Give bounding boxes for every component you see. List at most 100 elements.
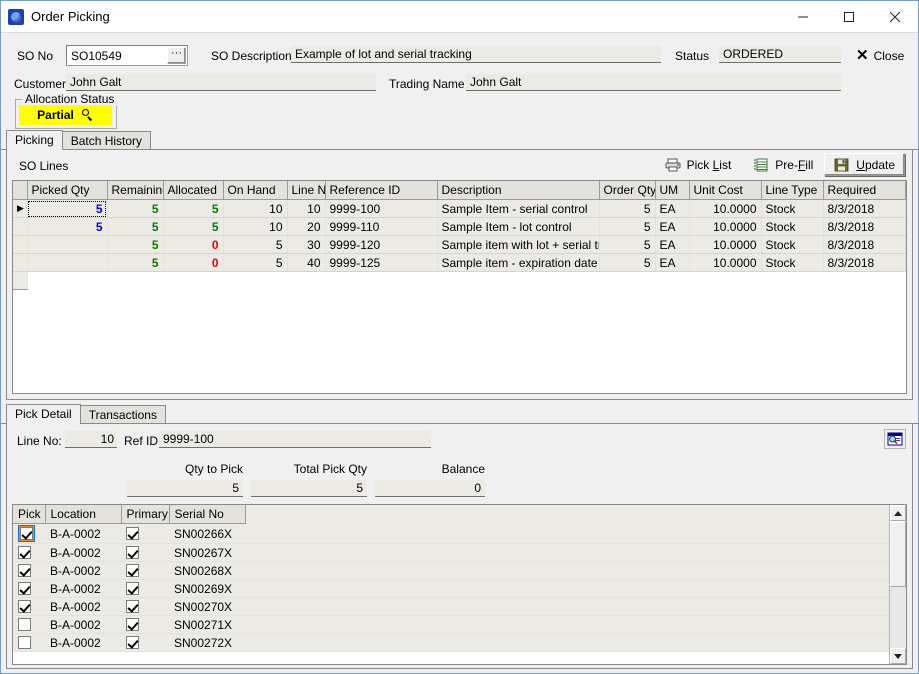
row-selector-indicator[interactable] [13, 217, 28, 236]
table-row[interactable]: 5 0 5 40 9999-125 Sample item - expirati… [13, 253, 906, 272]
cell-primary[interactable] [121, 543, 169, 562]
so-no-input[interactable]: SO10549 ··· [66, 45, 188, 66]
column-order-qty[interactable]: Order Qty [599, 181, 656, 200]
tab-picking[interactable]: Picking [6, 130, 63, 150]
pick-checkbox[interactable] [18, 617, 31, 631]
magnifier-icon[interactable] [81, 109, 94, 121]
cell-primary[interactable] [121, 633, 169, 652]
so-lines-label: SO Lines [19, 159, 69, 173]
column-line-no[interactable]: Line No [287, 181, 326, 200]
scroll-down-arrow-icon[interactable] [890, 648, 906, 664]
pick-detail-scrollbar[interactable] [889, 505, 906, 664]
column-serial-no[interactable]: Serial No [169, 505, 246, 524]
cell-remaining: 5 [107, 217, 164, 236]
so-no-browse-button[interactable]: ··· [167, 47, 186, 64]
column-um[interactable]: UM [655, 181, 690, 200]
tab-transactions[interactable]: Transactions [79, 405, 166, 424]
row-selector-indicator[interactable] [13, 253, 28, 272]
primary-checkbox[interactable] [126, 526, 139, 540]
cell-picked-qty[interactable] [27, 235, 108, 254]
tab-batch-history[interactable]: Batch History [61, 131, 152, 150]
list-item[interactable]: B-A-0002 SN00270X [13, 597, 889, 616]
column-description[interactable]: Description [437, 181, 600, 200]
pick-checkbox[interactable] [18, 599, 31, 613]
column-pick[interactable]: Pick [13, 505, 46, 524]
column-line-type[interactable]: Line Type [761, 181, 824, 200]
list-item[interactable]: B-A-0002 SN00266X [13, 523, 889, 544]
row-selector-indicator[interactable] [13, 235, 28, 254]
scroll-up-arrow-icon[interactable] [890, 505, 906, 521]
so-lines-grid[interactable]: Picked Qty Remaining Allocated On Hand L… [12, 180, 907, 394]
cell-picked-qty[interactable]: 5 [27, 217, 108, 236]
maximize-icon[interactable] [826, 1, 872, 32]
column-picked-qty[interactable]: Picked Qty [27, 181, 108, 200]
update-button[interactable]: Update [824, 153, 905, 176]
column-on-hand[interactable]: On Hand [223, 181, 288, 200]
update-label: Update [856, 157, 895, 172]
list-item[interactable]: B-A-0002 SN00267X [13, 543, 889, 562]
list-item[interactable]: B-A-0002 SN00272X [13, 633, 889, 652]
cell-pick[interactable] [13, 633, 45, 652]
pick-checkbox[interactable] [18, 635, 31, 649]
column-reference-id[interactable]: Reference ID [325, 181, 438, 200]
balance-value: 0 [375, 480, 485, 497]
cell-picked-qty[interactable]: 5 [27, 199, 108, 218]
pick-list-button[interactable]: Pick List [654, 154, 743, 176]
list-item[interactable]: B-A-0002 SN00271X [13, 615, 889, 634]
primary-checkbox[interactable] [126, 581, 139, 595]
total-pick-qty-value: 5 [251, 480, 367, 497]
cell-pick[interactable] [13, 597, 45, 616]
row-selector-indicator[interactable]: ▶ [13, 199, 28, 218]
column-required[interactable]: Required [823, 181, 906, 200]
row-selector-empty [13, 271, 28, 290]
pick-checkbox[interactable] [18, 545, 31, 559]
column-allocated[interactable]: Allocated [163, 181, 224, 200]
cell-filler [245, 597, 889, 616]
cell-primary[interactable] [121, 561, 169, 580]
cell-pick[interactable] [13, 615, 45, 634]
primary-checkbox[interactable] [126, 545, 139, 559]
table-row[interactable]: 5 5 5 10 20 9999-110 Sample Item - lot c… [13, 217, 906, 236]
list-item[interactable]: B-A-0002 SN00269X [13, 579, 889, 598]
primary-checkbox[interactable] [126, 599, 139, 613]
cell-primary[interactable] [121, 579, 169, 598]
cell-location: B-A-0002 [45, 543, 121, 562]
pick-checkbox[interactable] [20, 527, 33, 540]
column-location[interactable]: Location [45, 505, 122, 524]
pick-checkbox[interactable] [18, 563, 31, 577]
cell-pick[interactable] [13, 523, 45, 544]
pre-fill-button[interactable]: Pre-Fill [742, 154, 824, 176]
table-row[interactable]: ▶ 5 5 5 10 10 9999-100 Sample Item - ser… [13, 199, 906, 218]
list-item[interactable]: B-A-0002 SN00268X [13, 561, 889, 580]
cell-remaining: 5 [107, 199, 164, 218]
column-primary[interactable]: Primary [121, 505, 170, 524]
pick-detail-grid[interactable]: Pick Location Primary Serial No B-A-0002 [12, 504, 907, 665]
pick-checkbox[interactable] [18, 581, 31, 595]
column-unit-cost[interactable]: Unit Cost [689, 181, 762, 200]
column-filler [245, 505, 889, 524]
primary-checkbox[interactable] [126, 563, 139, 577]
cell-primary[interactable] [121, 597, 169, 616]
primary-checkbox[interactable] [126, 635, 139, 649]
scroll-thumb[interactable] [890, 521, 906, 587]
cell-primary[interactable] [121, 523, 169, 544]
close-icon[interactable] [872, 1, 918, 32]
table-row[interactable]: 5 0 5 30 9999-120 Sample item with lot +… [13, 235, 906, 254]
ref-id-lookup-button[interactable] [884, 429, 906, 449]
scroll-track[interactable] [890, 521, 906, 648]
cell-description: Sample Item - serial control [437, 199, 600, 218]
cell-um: EA [655, 253, 690, 272]
close-button[interactable]: ✕ Close [856, 45, 904, 67]
allocation-status-badge[interactable]: Partial [19, 105, 112, 125]
cell-pick[interactable] [13, 579, 45, 598]
tab-pick-detail[interactable]: Pick Detail [6, 404, 81, 424]
cell-picked-qty[interactable] [27, 253, 108, 272]
cell-filler [245, 523, 889, 544]
cell-pick[interactable] [13, 561, 45, 580]
minimize-icon[interactable] [780, 1, 826, 32]
cell-primary[interactable] [121, 615, 169, 634]
cell-pick[interactable] [13, 543, 45, 562]
primary-checkbox[interactable] [126, 617, 139, 631]
cell-serial-no: SN00268X [169, 561, 245, 580]
column-remaining[interactable]: Remaining [107, 181, 164, 200]
